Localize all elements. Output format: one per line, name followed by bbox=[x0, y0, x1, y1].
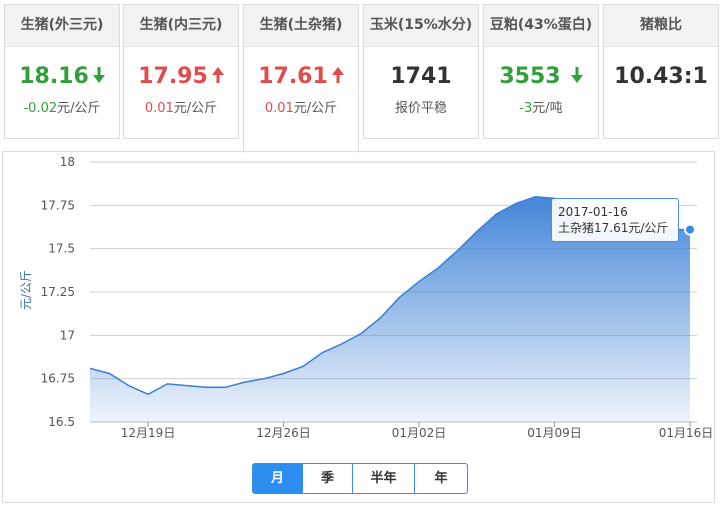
x-tick-label: 01月09日 bbox=[527, 426, 582, 440]
range-quarter-button[interactable]: 季 bbox=[302, 463, 353, 494]
x-tick-label: 12月26日 bbox=[256, 426, 311, 440]
tooltip-unit: 元/公斤 bbox=[628, 221, 669, 235]
tooltip-label: 土杂猪 bbox=[558, 221, 595, 235]
tooltip-value: 17.61 bbox=[594, 221, 629, 235]
y-tick-label: 17.25 bbox=[41, 285, 75, 299]
price-chart: 16.5 16.75 17 17.25 17.5 17.75 18 12月19日 12月26日… bbox=[19, 155, 714, 440]
y-tick-label: 16.75 bbox=[41, 372, 75, 386]
y-tick-label: 18 bbox=[60, 155, 75, 169]
x-tick-label: 01月02日 bbox=[392, 426, 447, 440]
range-month-button[interactable]: 月 bbox=[252, 463, 303, 494]
tooltip-value-line: 土杂猪17.61元/公斤 bbox=[558, 220, 672, 236]
tooltip-date: 2017-01-16 bbox=[558, 205, 628, 219]
y-tick-label: 17 bbox=[60, 328, 75, 342]
range-year-button[interactable]: 年 bbox=[414, 463, 468, 494]
y-axis-label: 元/公斤 bbox=[19, 270, 33, 310]
range-halfyear-button[interactable]: 半年 bbox=[352, 463, 415, 494]
y-tick-label: 17.5 bbox=[48, 242, 75, 256]
x-tick-label: 12月19日 bbox=[121, 426, 176, 440]
chart-tooltip: 2017-01-16 土杂猪17.61元/公斤 bbox=[551, 198, 679, 242]
y-tick-label: 17.75 bbox=[41, 198, 75, 212]
y-tick-label: 16.5 bbox=[48, 415, 75, 429]
hover-marker bbox=[684, 223, 696, 236]
x-tick-label: 01月16日 bbox=[659, 426, 714, 440]
